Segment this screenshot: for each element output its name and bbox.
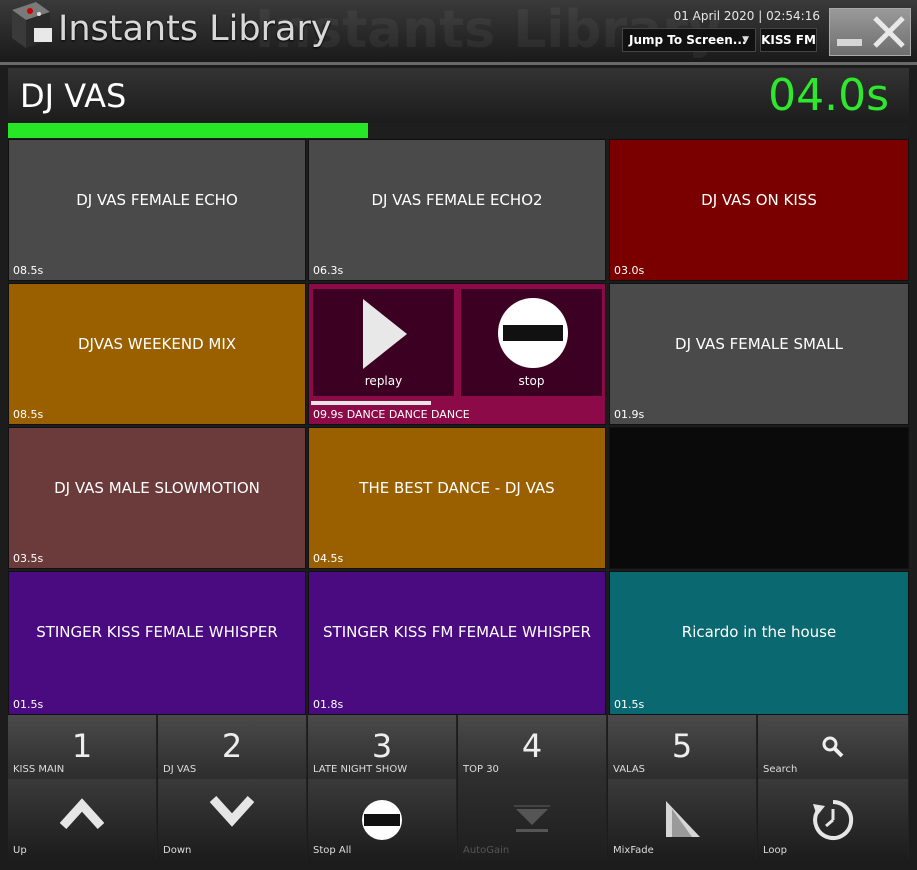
tab-number: 1 (71, 727, 93, 765)
control-label: MixFade (613, 845, 654, 856)
close-icon[interactable] (872, 15, 906, 49)
instant-duration: 01.5s (13, 698, 44, 711)
instant-label: Ricardo in the house (681, 623, 837, 641)
replay-label: replay (364, 374, 403, 388)
instant-duration: 08.5s (13, 264, 44, 277)
instant-label: DJ VAS FEMALE ECHO (76, 191, 238, 209)
instant-cell[interactable]: DJ VAS FEMALE SMALL 01.9s (609, 283, 909, 425)
jump-to-screen-label: Jump To Screen... (629, 33, 747, 47)
minimize-icon[interactable] (837, 39, 862, 46)
app-logo-icon (6, 0, 54, 54)
tab-number: 2 (221, 727, 243, 765)
instant-cell[interactable]: DJVAS WEEKEND MIX 08.5s (8, 283, 306, 425)
tab-late-night-show[interactable]: 3 LATE NIGHT SHOW (308, 715, 457, 779)
instant-duration: 03.5s (13, 552, 44, 565)
stop-icon (362, 800, 402, 840)
instant-cell[interactable]: STINGER KISS FM FEMALE WHISPER 01.8s (308, 571, 606, 715)
control-label: Down (163, 845, 192, 856)
instant-label: DJVAS WEEKEND MIX (77, 335, 237, 353)
instant-duration: 01.5s (614, 698, 645, 711)
control-label: AutoGain (463, 845, 510, 856)
tab-kiss-main[interactable]: 1 KISS MAIN (8, 715, 157, 779)
instant-cell[interactable]: DJ VAS ON KISS 03.0s (609, 139, 909, 281)
instant-duration: 04.5s (313, 552, 344, 565)
search-icon (822, 736, 844, 758)
tab-number: 4 (521, 727, 543, 765)
instant-cell[interactable]: STINGER KISS FEMALE WHISPER 01.5s (8, 571, 306, 715)
tab-valas[interactable]: 5 VALAS (608, 715, 757, 779)
instant-cell-empty[interactable] (609, 427, 909, 569)
instant-label: DJ VAS FEMALE SMALL (675, 335, 843, 353)
instant-cell[interactable]: DJ VAS MALE SLOWMOTION 03.5s (8, 427, 306, 569)
station-button[interactable]: KISS FM (760, 28, 817, 52)
instant-label: STINGER KISS FM FEMALE WHISPER (323, 623, 591, 641)
chevron-down-icon (210, 795, 254, 827)
tab-label: VALAS (613, 764, 646, 775)
instant-progress-bar (311, 401, 431, 405)
autogain-icon (514, 805, 550, 832)
now-playing-progress (8, 123, 909, 138)
search-button[interactable]: Search (758, 715, 909, 779)
instant-cell[interactable]: THE BEST DANCE - DJ VAS 04.5s (308, 427, 606, 569)
instant-label: DJ VAS ON KISS (701, 191, 817, 209)
stop-icon (498, 298, 568, 368)
instant-duration: 01.8s (313, 698, 344, 711)
stop-label: stop (518, 374, 545, 388)
play-icon (363, 299, 407, 369)
instant-duration: 01.9s (614, 408, 645, 421)
now-playing-header: DJ VAS 04.0s (8, 68, 909, 123)
instant-duration: 08.5s (13, 408, 44, 421)
loop-icon (813, 799, 854, 840)
now-playing-progress-fill (8, 123, 369, 138)
loop-button[interactable]: Loop (758, 779, 909, 860)
title-bar: Instants Library Instants Library 01 Apr… (0, 0, 917, 65)
tab-label: KISS MAIN (13, 764, 65, 775)
window-controls (829, 8, 911, 56)
instant-cell[interactable]: Ricardo in the house 01.5s (609, 571, 909, 715)
mixfade-button[interactable]: MixFade (608, 779, 757, 860)
tab-label: Search (763, 764, 798, 775)
instant-duration: 06.3s (313, 264, 344, 277)
instant-label: STINGER KISS FEMALE WHISPER (36, 623, 278, 641)
stop-button[interactable]: stop (459, 287, 604, 398)
control-label: Up (13, 845, 27, 856)
chevron-up-icon (60, 798, 104, 829)
tab-dj-vas[interactable]: 2 DJ VAS (158, 715, 307, 779)
now-playing-remaining: 04.0s (768, 70, 889, 121)
instant-duration: 03.0s (614, 264, 645, 277)
instant-label: DJ VAS FEMALE ECHO2 (371, 191, 543, 209)
autogain-button[interactable]: AutoGain (458, 779, 607, 860)
tab-label: LATE NIGHT SHOW (313, 764, 408, 775)
up-button[interactable]: Up (8, 779, 157, 860)
instant-label: DJ VAS MALE SLOWMOTION (54, 479, 260, 497)
instant-label: THE BEST DANCE - DJ VAS (359, 479, 555, 497)
instants-grid: DJ VAS FEMALE ECHO 08.5s DJ VAS FEMALE E… (8, 139, 909, 715)
control-bar: Up Down Stop All AutoGain MixFade Loop (8, 779, 909, 860)
page-tabs: 1 KISS MAIN 2 DJ VAS 3 LATE NIGHT SHOW 4… (8, 715, 909, 779)
down-button[interactable]: Down (158, 779, 307, 860)
stop-all-button[interactable]: Stop All (308, 779, 457, 860)
tab-label: DJ VAS (163, 764, 197, 775)
tab-number: 3 (371, 727, 393, 765)
control-label: Loop (763, 845, 787, 856)
replay-button[interactable]: replay (311, 287, 456, 398)
instant-cell[interactable]: DJ VAS FEMALE ECHO 08.5s (8, 139, 306, 281)
control-label: Stop All (313, 845, 352, 856)
instant-cell-playing: replay stop 09.9s DANCE DANCE DANCE (308, 283, 606, 425)
caret-down-icon: ▼ (742, 35, 749, 45)
tab-top-30[interactable]: 4 TOP 30 (458, 715, 607, 779)
tab-number: 5 (671, 727, 693, 765)
instant-info: 09.9s DANCE DANCE DANCE (313, 408, 470, 421)
instant-cell[interactable]: DJ VAS FEMALE ECHO2 06.3s (308, 139, 606, 281)
tab-label: TOP 30 (463, 764, 499, 775)
mixfade-icon (666, 801, 700, 837)
now-playing-title: DJ VAS (20, 77, 127, 115)
app-title: Instants Library (58, 9, 332, 49)
jump-to-screen-select[interactable]: Jump To Screen... ▼ (622, 28, 756, 52)
datetime-readout: 01 April 2020 | 02:54:16 (673, 9, 820, 23)
